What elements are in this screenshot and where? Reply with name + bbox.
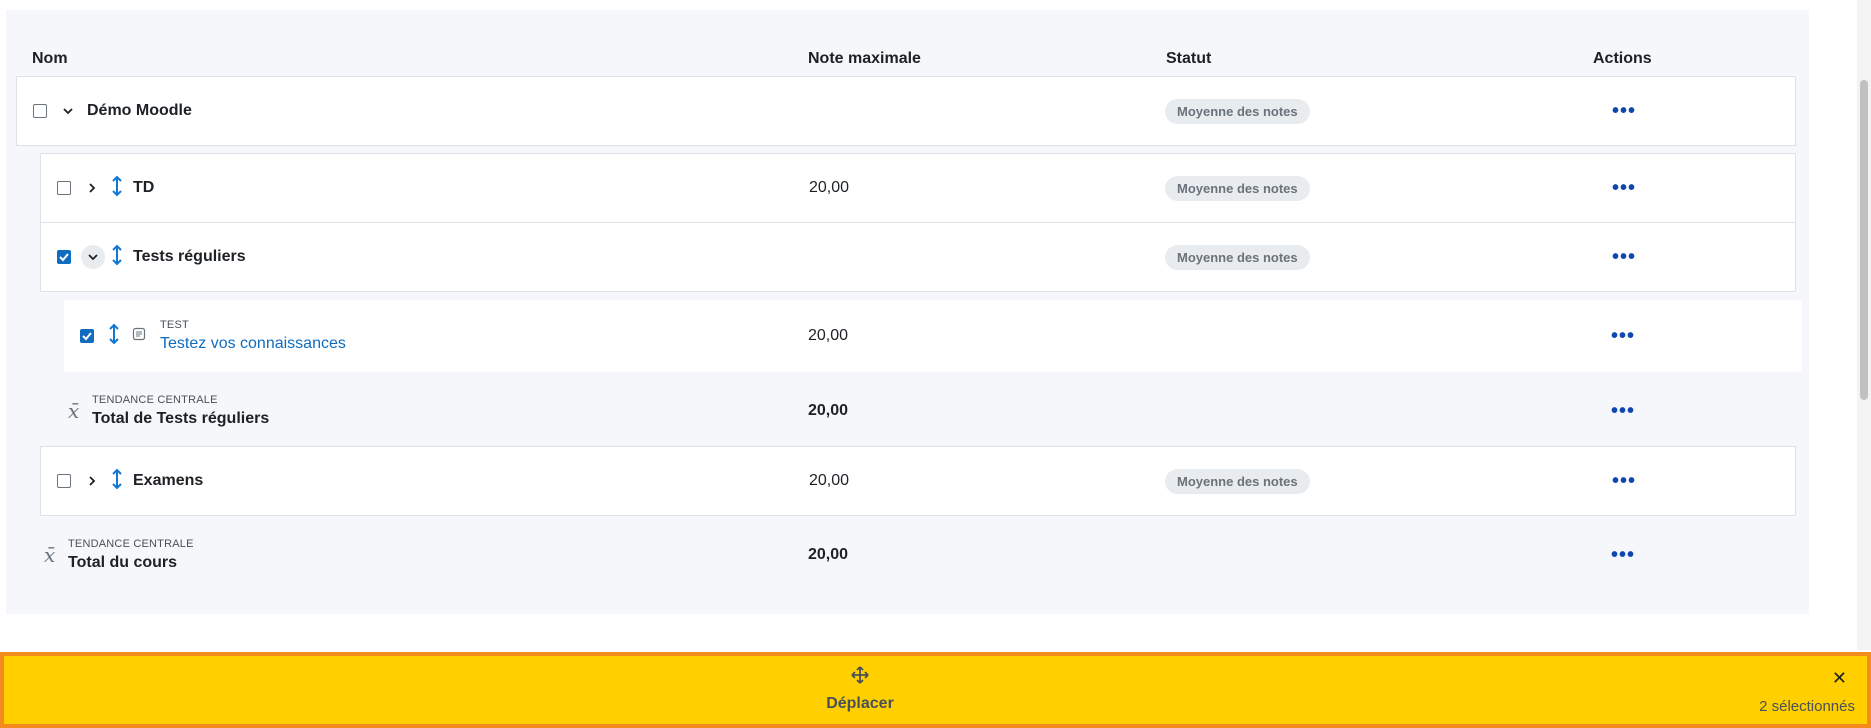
row-checkbox[interactable] <box>57 181 71 195</box>
total-type-label: TENDANCE CENTRALE <box>92 394 218 406</box>
max-grade-value: 20,00 <box>808 546 849 563</box>
table-row: Démo Moodle Moyenne des notes ••• <box>16 76 1796 146</box>
close-icon[interactable]: ✕ <box>1832 668 1847 689</box>
drag-handle-icon[interactable] <box>111 468 123 495</box>
actions-menu-button[interactable]: ••• <box>1611 401 1635 421</box>
column-header-max-grade[interactable]: Note maximale <box>808 50 921 68</box>
drag-handle-icon[interactable] <box>108 323 120 350</box>
actions-menu-button[interactable]: ••• <box>1611 545 1635 565</box>
mean-icon: x̄ <box>44 543 56 567</box>
actions-menu-button[interactable]: ••• <box>1612 471 1636 491</box>
total-name: Total de Tests réguliers <box>92 410 270 427</box>
row-checkbox[interactable] <box>57 250 71 264</box>
status-badge: Moyenne des notes <box>1165 244 1310 270</box>
selection-count: 2 sélectionnés <box>1759 698 1855 715</box>
chevron-right-icon[interactable] <box>85 474 99 488</box>
move-button[interactable]: Déplacer <box>804 666 916 713</box>
quiz-icon <box>132 327 146 346</box>
table-row: Examens 20,00 Moyenne des notes ••• <box>40 446 1796 516</box>
max-grade-value: 20,00 <box>808 402 849 419</box>
status-badge: Moyenne des notes <box>1165 98 1310 124</box>
status-badge: Moyenne des notes <box>1165 468 1310 494</box>
move-label: Déplacer <box>826 695 894 712</box>
item-type-label: TEST <box>160 319 189 331</box>
item-name-link[interactable]: Testez vos connaissances <box>160 335 346 353</box>
max-grade-value: 20,00 <box>808 327 849 344</box>
category-name: TD <box>133 179 155 196</box>
actions-menu-button[interactable]: ••• <box>1612 178 1636 198</box>
table-row: x̄ TENDANCE CENTRALE Total du cours 20,0… <box>16 520 1796 590</box>
mean-icon: x̄ <box>68 399 80 423</box>
row-checkbox[interactable] <box>57 474 71 488</box>
table-row: TD 20,00 Moyenne des notes ••• <box>40 153 1796 223</box>
category-name: Démo Moodle <box>87 102 192 119</box>
category-name: Tests réguliers <box>133 248 246 265</box>
move-icon <box>851 666 869 689</box>
column-header-name[interactable]: Nom <box>32 50 68 68</box>
gradebook-panel: Nom Note maximale Statut Actions Démo Mo… <box>6 10 1809 614</box>
max-grade-value: 20,00 <box>809 472 850 489</box>
status-badge: Moyenne des notes <box>1165 175 1310 201</box>
bulk-action-bar: Déplacer ✕ 2 sélectionnés <box>0 652 1871 728</box>
actions-menu-button[interactable]: ••• <box>1612 101 1636 121</box>
table-row: Tests réguliers Moyenne des notes ••• <box>40 222 1796 292</box>
max-grade-value: 20,00 <box>809 179 850 196</box>
row-checkbox[interactable] <box>80 329 94 343</box>
chevron-down-icon[interactable] <box>81 245 105 269</box>
row-checkbox[interactable] <box>33 104 47 118</box>
table-row: TEST Testez vos connaissances 20,00 ••• <box>64 300 1802 372</box>
drag-handle-icon[interactable] <box>111 175 123 202</box>
actions-menu-button[interactable]: ••• <box>1612 247 1636 267</box>
drag-handle-icon[interactable] <box>111 244 123 271</box>
scrollbar-thumb[interactable] <box>1860 80 1868 400</box>
category-name: Examens <box>133 472 204 489</box>
total-type-label: TENDANCE CENTRALE <box>68 538 194 550</box>
total-name: Total du cours <box>68 554 178 571</box>
actions-menu-button[interactable]: ••• <box>1611 326 1635 346</box>
table-row: x̄ TENDANCE CENTRALE Total de Tests régu… <box>40 376 1796 446</box>
vertical-scrollbar[interactable] <box>1857 0 1871 650</box>
chevron-down-icon[interactable] <box>61 104 75 118</box>
column-header-status[interactable]: Statut <box>1166 50 1211 68</box>
chevron-right-icon[interactable] <box>85 181 99 195</box>
column-header-actions: Actions <box>1593 50 1652 67</box>
